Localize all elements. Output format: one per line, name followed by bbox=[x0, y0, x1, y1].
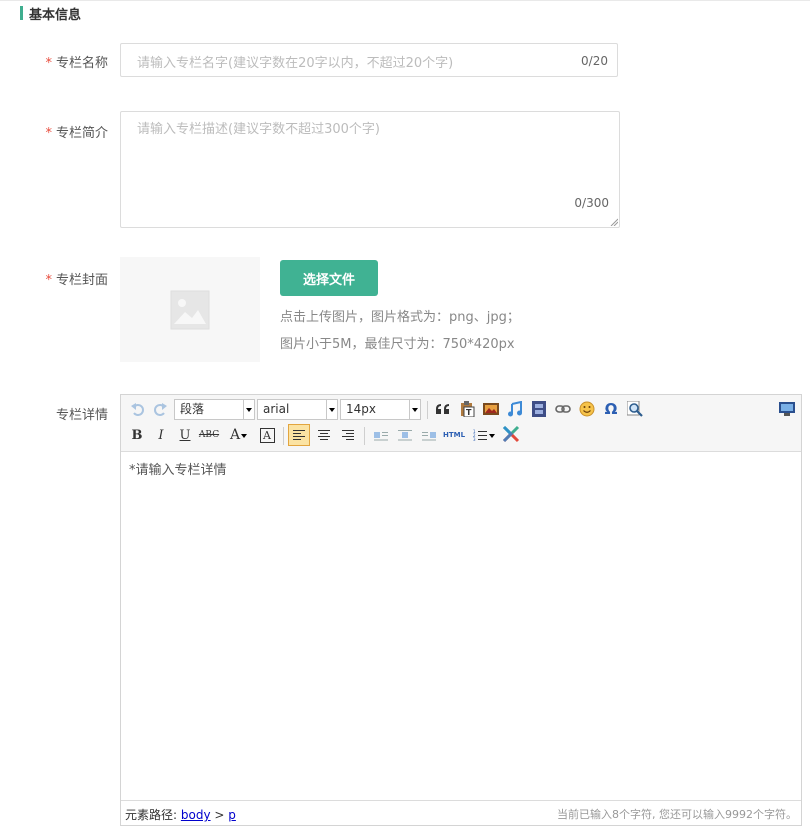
align-left-icon[interactable] bbox=[288, 424, 310, 446]
name-input[interactable]: 请输入专栏名字(建议字数在20字以内，不超过20个字) 0/20 bbox=[120, 43, 618, 77]
section-title: 基本信息 bbox=[29, 7, 82, 23]
choose-file-button[interactable]: 选择文件 bbox=[280, 260, 378, 296]
special-char-icon[interactable]: Ω bbox=[601, 399, 621, 419]
name-placeholder: 请输入专栏名字(建议字数在20字以内，不超过20个字) bbox=[137, 56, 454, 71]
video-icon[interactable] bbox=[529, 399, 549, 419]
path-link-p[interactable]: p bbox=[228, 808, 236, 822]
cover-hint-format: 点击上传图片，图片格式为：png、jpg； bbox=[280, 310, 520, 325]
word-count: 当前已输入8个字符, 您还可以输入9992个字符。 bbox=[557, 808, 797, 821]
element-path: 元素路径: body > p bbox=[125, 806, 236, 823]
intro-label: * 专栏简介 bbox=[30, 122, 108, 141]
toolbar-separator bbox=[283, 427, 284, 445]
chevron-down-icon[interactable] bbox=[487, 426, 497, 446]
cover-hint-size: 图片小于5M，最佳尺寸为：750*420px bbox=[280, 337, 515, 352]
path-separator: > bbox=[214, 808, 225, 822]
toolbar-separator bbox=[427, 401, 428, 419]
chevron-down-icon bbox=[409, 400, 420, 419]
paragraph-select-value: 段落 bbox=[180, 402, 205, 416]
fullscreen-icon[interactable] bbox=[777, 399, 797, 419]
music-icon[interactable] bbox=[505, 399, 525, 419]
font-size-select[interactable]: 14px bbox=[340, 399, 421, 420]
search-replace-icon[interactable] bbox=[625, 399, 645, 419]
element-path-label: 元素路径: bbox=[125, 808, 178, 822]
section-accent-bar bbox=[20, 6, 23, 20]
editor-content[interactable]: *请输入专栏详情 bbox=[129, 459, 227, 478]
intro-counter: 0/300 bbox=[574, 196, 609, 210]
svg-text:3: 3 bbox=[473, 437, 476, 442]
cover-image-placeholder[interactable] bbox=[120, 257, 260, 362]
name-label-text: 专栏名称 bbox=[55, 56, 108, 71]
cover-label: * 专栏封面 bbox=[30, 269, 108, 288]
path-link-body[interactable]: body bbox=[181, 808, 211, 822]
bg-color-letter: A bbox=[259, 427, 275, 443]
editor-toolbar: 段落 arial 14px T Ω B I U ABC A A HTML 1 2… bbox=[121, 395, 801, 452]
align-center-icon[interactable] bbox=[314, 425, 334, 445]
paste-plain-text-icon[interactable]: T bbox=[457, 399, 477, 419]
toolbar-separator bbox=[364, 427, 365, 445]
image-float-left-icon[interactable] bbox=[371, 425, 391, 445]
svg-text:T: T bbox=[466, 408, 472, 417]
html-source-button[interactable]: HTML bbox=[441, 425, 467, 445]
image-icon[interactable] bbox=[481, 399, 501, 419]
font-family-select[interactable]: arial bbox=[257, 399, 338, 420]
editor-statusbar: 元素路径: body > p 当前已输入8个字符, 您还可以输入9992个字符。 bbox=[121, 800, 801, 825]
resize-handle-icon[interactable] bbox=[610, 218, 618, 226]
required-mark: * bbox=[45, 126, 52, 141]
required-mark: * bbox=[45, 56, 52, 71]
background-color-button[interactable]: A bbox=[257, 425, 277, 445]
italic-button[interactable]: I bbox=[151, 425, 171, 445]
image-float-right-icon[interactable] bbox=[419, 425, 439, 445]
image-float-center-icon[interactable] bbox=[395, 425, 415, 445]
rich-text-editor: 段落 arial 14px T Ω B I U ABC A A HTML 1 2… bbox=[120, 394, 802, 826]
chevron-down-icon bbox=[243, 400, 254, 419]
underline-button[interactable]: U bbox=[175, 425, 195, 445]
name-label: * 专栏名称 bbox=[30, 52, 108, 71]
clear-format-icon[interactable] bbox=[501, 424, 521, 444]
redo-icon[interactable] bbox=[151, 399, 171, 419]
cover-label-text: 专栏封面 bbox=[55, 273, 108, 288]
paragraph-select[interactable]: 段落 bbox=[174, 399, 255, 420]
emoji-icon[interactable] bbox=[577, 399, 597, 419]
name-counter: 0/20 bbox=[581, 54, 608, 68]
font-select-value: arial bbox=[263, 402, 290, 416]
chevron-down-icon[interactable] bbox=[239, 426, 249, 446]
section-header: 基本信息 bbox=[20, 4, 82, 23]
image-placeholder-icon bbox=[170, 290, 210, 330]
link-icon[interactable] bbox=[553, 399, 573, 419]
strikethrough-button[interactable]: ABC bbox=[199, 425, 219, 445]
size-select-value: 14px bbox=[346, 402, 376, 416]
intro-textarea[interactable]: 请输入专栏描述(建议字数不超过300个字) 0/300 bbox=[120, 111, 620, 228]
undo-icon[interactable] bbox=[127, 399, 147, 419]
required-mark: * bbox=[45, 273, 52, 288]
intro-placeholder: 请输入专栏描述(建议字数不超过300个字) bbox=[137, 122, 380, 137]
detail-label: 专栏详情 bbox=[55, 408, 108, 423]
blockquote-icon[interactable] bbox=[433, 399, 453, 419]
align-right-icon[interactable] bbox=[338, 425, 358, 445]
bold-button[interactable]: B bbox=[127, 425, 147, 445]
top-divider bbox=[0, 0, 810, 1]
chevron-down-icon bbox=[326, 400, 337, 419]
intro-label-text: 专栏简介 bbox=[55, 126, 108, 141]
